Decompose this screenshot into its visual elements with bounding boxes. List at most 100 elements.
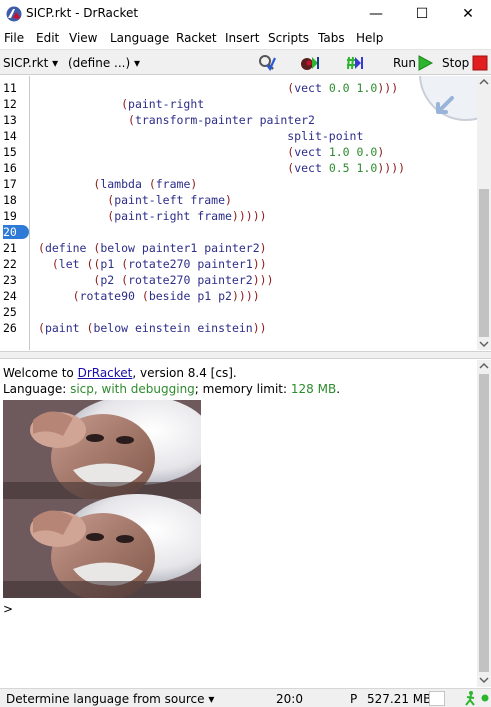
code-text: (let ((p1 (rotate270 painter1)) bbox=[51, 257, 267, 271]
welcome-suffix: , version 8.4 [cs]. bbox=[132, 366, 237, 380]
status-bar: Determine language from source ▾ 20:0 P … bbox=[0, 688, 491, 707]
line-number: 19 bbox=[3, 209, 17, 223]
scroll-up-icon[interactable] bbox=[479, 78, 489, 86]
language-name: sicp, with debugging bbox=[70, 382, 195, 396]
code-text: split-point bbox=[287, 129, 364, 143]
code-line[interactable]: 24 (rotate90 (beside p1 p2)))) bbox=[0, 289, 470, 305]
code-line[interactable]: 14 split-point bbox=[0, 129, 470, 145]
code-text: (paint-right bbox=[121, 97, 205, 111]
language-selector[interactable]: Determine language from source ▾ bbox=[6, 692, 214, 706]
code-line[interactable]: 15 (vect 1.0 0.0) bbox=[0, 145, 470, 161]
run-icon[interactable] bbox=[416, 54, 434, 72]
code-line[interactable]: 21 (define (below painter1 painter2) bbox=[0, 241, 470, 257]
code-text: (paint-left frame) bbox=[107, 193, 232, 207]
line-number: 14 bbox=[3, 129, 17, 143]
language-line: Language: sicp, with debugging; memory l… bbox=[3, 382, 340, 396]
repl-prompt[interactable]: > bbox=[3, 602, 13, 616]
memory-usage: 527.21 MB bbox=[367, 692, 432, 706]
toolbar: SICP.rkt ▾ (define ...) ▾ Run Stop bbox=[0, 49, 491, 75]
close-button[interactable]: ✕ bbox=[445, 0, 491, 28]
line-number: 25 bbox=[3, 305, 17, 319]
code-text: (paint (below einstein einstein)) bbox=[38, 321, 267, 335]
code-line[interactable]: 22 (let ((p1 (rotate270 painter1)) bbox=[0, 257, 470, 273]
line-number: 23 bbox=[3, 273, 17, 287]
line-number: 20 bbox=[3, 225, 29, 239]
code-line[interactable]: 25 bbox=[0, 305, 470, 321]
line-number: 12 bbox=[3, 97, 17, 111]
welcome-prefix: Welcome to bbox=[3, 366, 78, 380]
minimize-button[interactable]: — bbox=[353, 0, 399, 28]
cursor-position: 20:0 bbox=[276, 692, 303, 706]
line-number: 15 bbox=[3, 145, 17, 159]
menu-language[interactable]: Language bbox=[110, 31, 169, 45]
language-suffix: . bbox=[336, 382, 341, 396]
line-number: 18 bbox=[3, 193, 17, 207]
status-dot-icon bbox=[481, 694, 489, 702]
definitions-editor[interactable]: 11 (vect 0.0 1.0))) 12 (paint-right 13 (tr… bbox=[0, 76, 477, 350]
menu-help[interactable]: Help bbox=[356, 31, 383, 45]
code-text: (lambda (frame) bbox=[93, 177, 198, 191]
define-menu[interactable]: (define ...) ▾ bbox=[68, 56, 140, 70]
code-text: (p2 (rotate270 painter2))) bbox=[93, 273, 274, 287]
code-line[interactable]: 20 bbox=[0, 225, 470, 241]
gc-indicator bbox=[429, 691, 445, 706]
check-syntax-icon[interactable] bbox=[258, 54, 276, 72]
code-line[interactable]: 18 (paint-left frame) bbox=[0, 193, 470, 209]
line-number: 16 bbox=[3, 161, 17, 175]
line-number: 24 bbox=[3, 289, 17, 303]
code-line[interactable]: 16 (vect 0.5 1.0)))) bbox=[0, 161, 470, 177]
code-line[interactable]: 13 (transform-painter painter2 bbox=[0, 113, 470, 129]
code-line[interactable]: 17 (lambda (frame) bbox=[0, 177, 470, 193]
line-number: 21 bbox=[3, 241, 17, 255]
line-number: 11 bbox=[3, 81, 17, 95]
drracket-logo-icon bbox=[6, 6, 22, 22]
stop-icon[interactable] bbox=[471, 54, 489, 72]
menu-racket[interactable]: Racket bbox=[176, 31, 217, 45]
menu-scripts[interactable]: Scripts bbox=[268, 31, 309, 45]
line-number: 17 bbox=[3, 177, 17, 191]
code-text: (define (below painter1 painter2) bbox=[38, 241, 267, 255]
code-text: (vect 1.0 0.0) bbox=[287, 145, 385, 159]
pane-divider[interactable] bbox=[0, 351, 491, 359]
interactions-scrollbar[interactable] bbox=[477, 360, 491, 687]
code-text: (paint-right frame))))) bbox=[107, 209, 267, 223]
menu-edit[interactable]: Edit bbox=[36, 31, 59, 45]
mode-indicator: P bbox=[350, 692, 358, 706]
scroll-up-icon[interactable] bbox=[479, 362, 489, 370]
macro-stepper-icon[interactable] bbox=[345, 54, 363, 72]
code-text: (rotate90 (beside p1 p2)))) bbox=[72, 289, 260, 303]
drracket-link[interactable]: DrRacket bbox=[78, 366, 133, 380]
code-line[interactable]: 11 (vect 0.0 1.0))) bbox=[0, 81, 470, 97]
running-man-icon bbox=[465, 691, 475, 706]
arrow-badge-icon bbox=[419, 76, 477, 121]
code-text: (vect 0.0 1.0))) bbox=[287, 81, 399, 95]
scroll-down-icon[interactable] bbox=[479, 676, 489, 684]
language-prefix: Language: bbox=[3, 382, 71, 396]
maximize-button[interactable]: ☐ bbox=[399, 0, 445, 28]
menu-insert[interactable]: Insert bbox=[225, 31, 259, 45]
memory-limit-label: ; memory limit: bbox=[194, 382, 291, 396]
file-tab-selector[interactable]: SICP.rkt ▾ bbox=[3, 56, 58, 70]
run-label[interactable]: Run bbox=[393, 56, 416, 70]
code-line[interactable]: 19 (paint-right frame))))) bbox=[0, 209, 470, 225]
menu-view[interactable]: View bbox=[69, 31, 97, 45]
stop-label[interactable]: Stop bbox=[442, 56, 469, 70]
interactions-pane[interactable]: Welcome to DrRacket, version 8.4 [cs]. L… bbox=[0, 360, 477, 682]
editor-scrollbar[interactable] bbox=[477, 76, 491, 350]
debug-icon[interactable] bbox=[301, 54, 319, 72]
code-line[interactable]: 23 (p2 (rotate270 painter2))) bbox=[0, 273, 470, 289]
code-line[interactable]: 26 (paint (below einstein einstein)) bbox=[0, 321, 470, 337]
scroll-down-icon[interactable] bbox=[479, 340, 489, 348]
code-text: (transform-painter painter2 bbox=[128, 113, 315, 127]
line-number: 13 bbox=[3, 113, 17, 127]
code-line[interactable]: 12 (paint-right bbox=[0, 97, 470, 113]
menu-tabs[interactable]: Tabs bbox=[318, 31, 345, 45]
welcome-line: Welcome to DrRacket, version 8.4 [cs]. bbox=[3, 366, 237, 380]
editor-scroll-thumb[interactable] bbox=[479, 189, 489, 337]
title-bar: SICP.rkt - DrRacket — ☐ ✕ bbox=[0, 0, 491, 28]
line-number: 22 bbox=[3, 257, 17, 271]
code-text: (vect 0.5 1.0)))) bbox=[287, 161, 406, 175]
interactions-scroll-thumb[interactable] bbox=[479, 374, 489, 672]
menu-bar: File Edit View Language Racket Insert Sc… bbox=[0, 28, 491, 48]
menu-file[interactable]: File bbox=[4, 31, 24, 45]
